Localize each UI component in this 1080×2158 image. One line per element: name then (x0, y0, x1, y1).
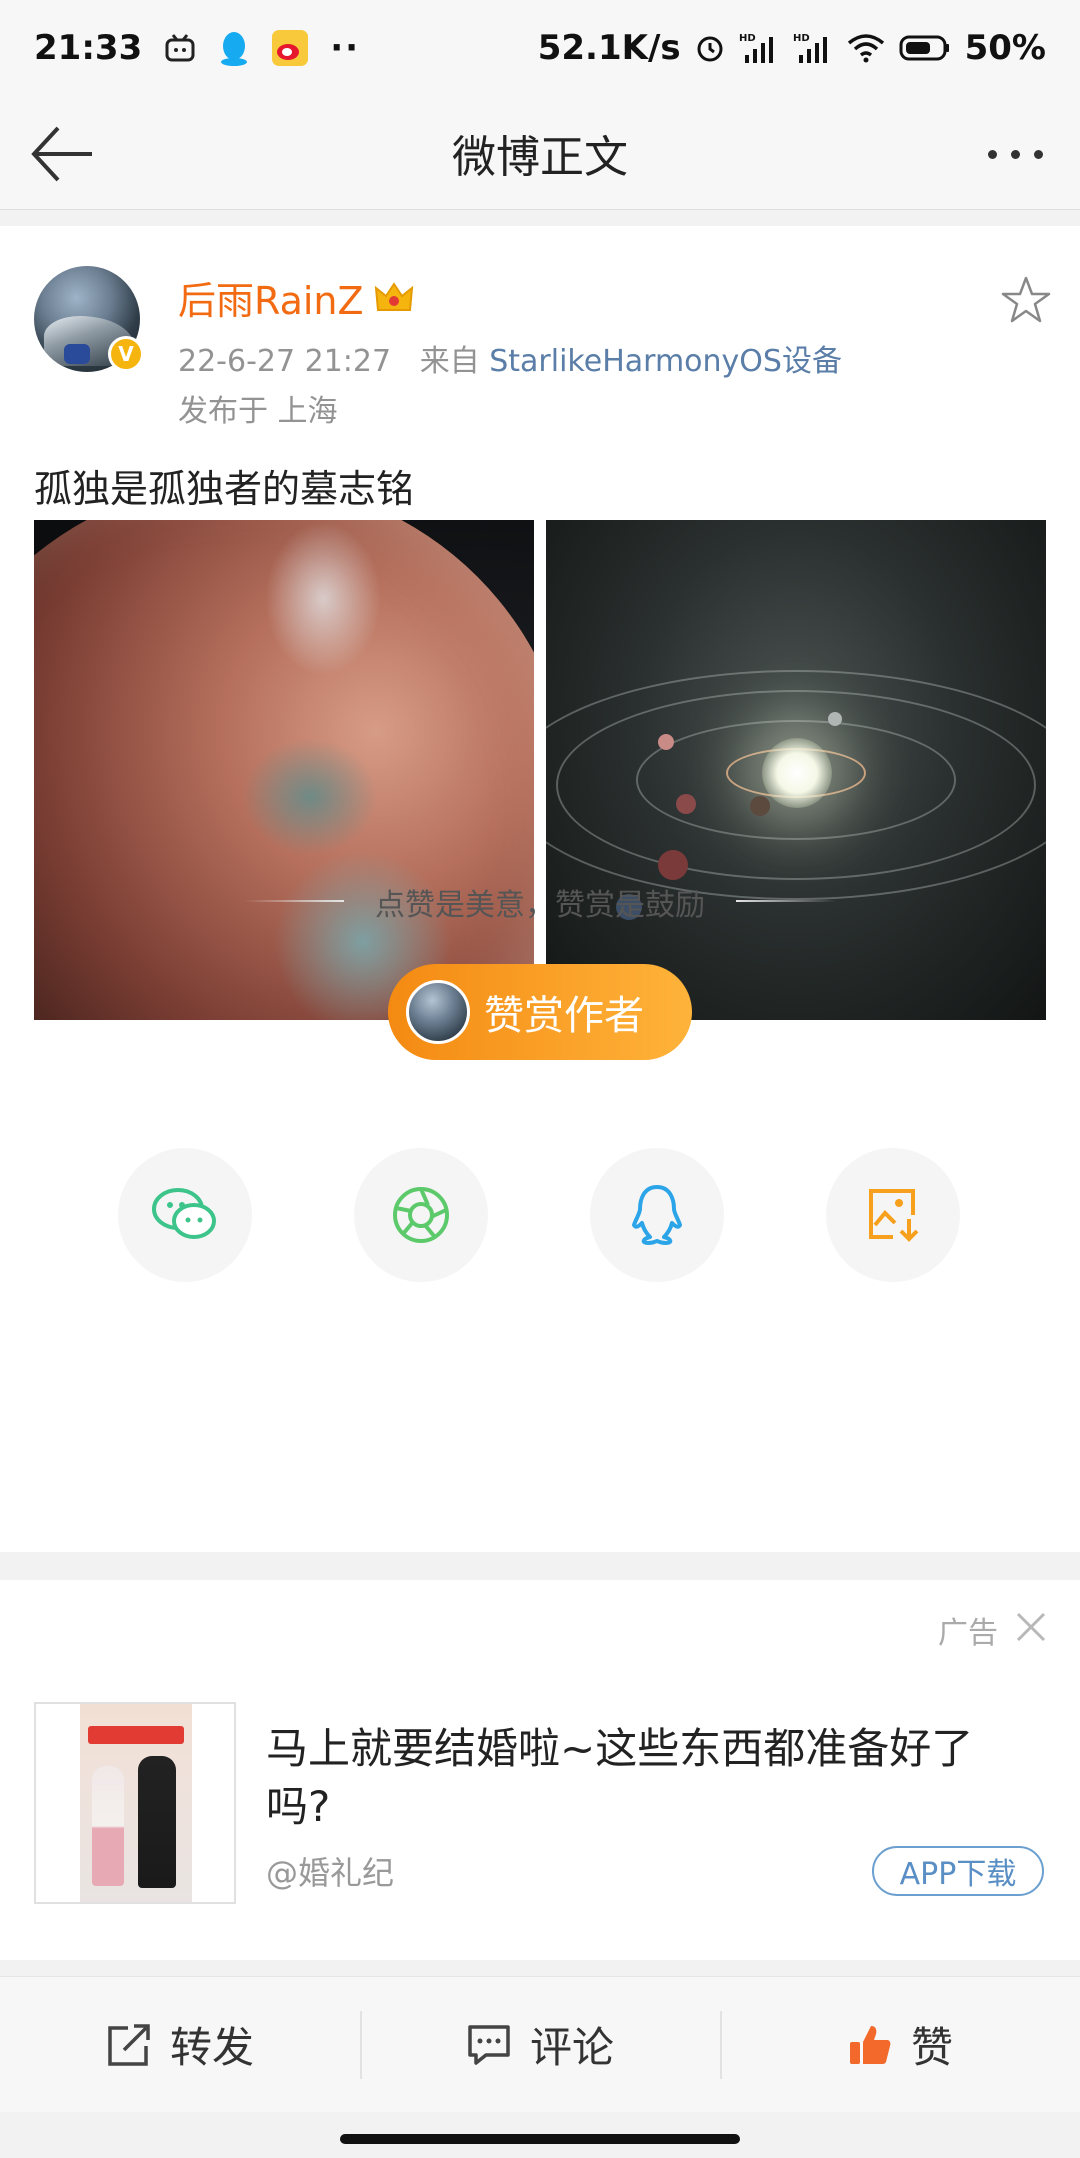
divider-right (736, 900, 836, 902)
wifi-icon (847, 34, 884, 63)
battery-percent: 50% (964, 28, 1046, 68)
comment-label: 评论 (529, 2023, 614, 2072)
ad-source: @婚礼纪 (266, 1854, 395, 1892)
repost-icon (108, 2023, 150, 2066)
like-label: 赞 (910, 2023, 953, 2072)
status-time: 21:33 (34, 28, 143, 68)
wechat-icon (152, 1188, 216, 1239)
save-image-button[interactable] (826, 1148, 960, 1282)
back-arrow-icon[interactable] (26, 118, 98, 190)
repost-label: 转发 (169, 2023, 254, 2072)
qq-icon (632, 1185, 682, 1245)
bilibili-icon (165, 34, 195, 62)
post-source-link[interactable]: StarlikeHarmonyOS设备 (489, 344, 842, 379)
post-text: 孤独是孤独者的墓志铭 (34, 467, 415, 511)
comment-icon (468, 2024, 510, 2065)
verified-badge-icon: V (108, 336, 144, 372)
reward-button-label: 赞赏作者 (484, 993, 644, 1039)
signal-hd-icon-2: HD (793, 33, 827, 63)
svg-text:HD: HD (793, 33, 810, 44)
share-moments-button[interactable] (354, 1148, 488, 1282)
post-image-solar-system[interactable] (546, 520, 1046, 1020)
bottom-action-bar: 转发 评论 赞 (0, 1976, 1080, 2112)
post-card: V 后雨RainZ 22-6-27 21:27 来自 StarlikeHarmo… (0, 226, 1080, 1552)
post-meta: 22-6-27 21:27 来自 StarlikeHarmonyOS设备 (178, 336, 842, 380)
reward-avatar (406, 980, 470, 1044)
nav-bar: 微博正文 (0, 96, 1080, 210)
home-indicator[interactable] (340, 2134, 740, 2144)
ad-card[interactable]: 广告 马上就要结婚啦~这些东西都准备好了吗? @婚礼纪 APP下载 (0, 1580, 1080, 1960)
qq-status-icon (221, 32, 248, 66)
ad-download-button[interactable]: APP下载 (872, 1846, 1044, 1896)
username[interactable]: 后雨RainZ (178, 270, 414, 325)
crown-icon (374, 281, 413, 311)
moments-icon (393, 1187, 449, 1243)
svg-text:HD: HD (739, 33, 756, 44)
battery-icon (899, 35, 949, 61)
post-date: 22-6-27 21:27 (178, 344, 392, 379)
comment-button[interactable]: 评论 (360, 1977, 720, 2112)
save-image-icon (869, 1189, 919, 1242)
thumbs-up-icon (849, 2025, 891, 2064)
page-title: 微博正文 (452, 131, 628, 183)
post-image-planet[interactable] (34, 520, 534, 1020)
ad-title[interactable]: 马上就要结婚啦~这些东西都准备好了吗? (266, 1720, 1036, 1836)
share-qq-button[interactable] (590, 1148, 724, 1282)
post-location: 发布于 上海 (178, 394, 338, 429)
weibo-status-icon (272, 30, 309, 66)
repost-button[interactable]: 转发 (0, 1977, 360, 2112)
more-options-icon[interactable] (970, 126, 1060, 182)
status-bar: 21:33 ·· 52.1K/s HD HD 50% (0, 0, 1080, 96)
more-notifications-icon: ·· (330, 28, 361, 68)
username-text[interactable]: 后雨RainZ (178, 270, 364, 325)
reward-tagline: 点赞是美意，赞赏是鼓励 (375, 888, 705, 923)
post-from-label: 来自 (419, 344, 480, 379)
like-button[interactable]: 赞 (720, 1977, 1080, 2112)
network-speed: 52.1K/s (537, 28, 681, 68)
alarm-icon (697, 36, 723, 62)
reward-author-button[interactable]: 赞赏作者 (388, 964, 692, 1060)
ad-thumbnail[interactable] (34, 1702, 236, 1904)
favorite-star-icon[interactable] (1000, 274, 1052, 326)
share-wechat-button[interactable] (118, 1148, 252, 1282)
share-row (0, 1148, 1080, 1282)
ad-label: 广告 (938, 1616, 998, 1651)
ad-close-icon[interactable] (1014, 1610, 1048, 1644)
signal-hd-icon-1: HD (739, 33, 773, 63)
